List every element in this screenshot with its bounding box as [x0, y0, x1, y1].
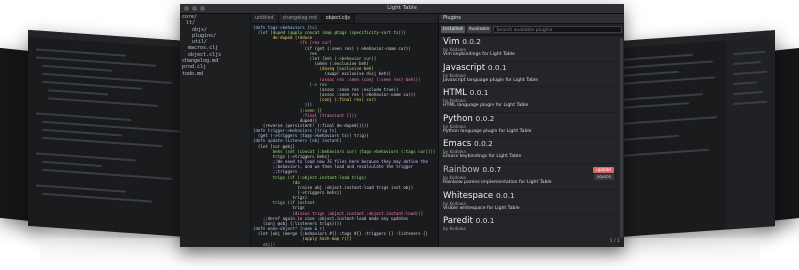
- title-bar: Light Table: [180, 4, 624, 14]
- update-button[interactable]: update: [593, 166, 614, 173]
- plugin-version: 0.0.2: [475, 113, 495, 123]
- plugin-version: 0.0.1: [487, 62, 507, 72]
- file-tree-item[interactable]: todo.md: [180, 71, 250, 77]
- plugin-version: 0.0.1: [475, 216, 495, 226]
- plugin-name: Vim 0.0.2: [443, 36, 618, 47]
- plugin-title: Whitespace: [443, 190, 494, 201]
- plugin-version: 0.0.2: [462, 37, 481, 46]
- window-title: Light Table: [387, 5, 417, 11]
- plugin-description: Python language plugin for Light Table: [443, 128, 532, 134]
- plugin-description: Vim keybindings for Light Table: [443, 52, 515, 57]
- plugins-header[interactable]: Plugins: [439, 14, 624, 24]
- background-window-right: [607, 30, 775, 238]
- plugin-item[interactable]: Vim 0.0.2 by Kodowa Vim keybindings for Li…: [443, 36, 618, 62]
- plugin-item[interactable]: HTML 0.0.1 by Kodowa HTML language plugin …: [443, 87, 618, 113]
- plugin-title: Python: [443, 113, 473, 124]
- plugin-item[interactable]: Javascript 0.0.1 by Kodowa Javascript lang…: [443, 62, 618, 88]
- plugin-description: HTML language plugin for Light Table: [443, 103, 529, 109]
- installed-tab[interactable]: Installed: [441, 26, 465, 33]
- plugin-name: Python 0.0.2: [443, 113, 618, 124]
- plugin-name: Paredit 0.0.1: [443, 215, 618, 226]
- tab-untitled[interactable]: untitled: [251, 14, 279, 23]
- source-button[interactable]: source: [594, 173, 614, 180]
- plugin-item[interactable]: Rainbow 0.0.7 by Kodowa Rainbow parens imp…: [443, 164, 618, 190]
- tab-object-cljs[interactable]: object.cljs: [321, 14, 355, 23]
- plugin-name: Rainbow 0.0.7: [443, 164, 618, 175]
- available-tab[interactable]: Available: [466, 26, 492, 33]
- plugin-item[interactable]: Emacs 0.0.2 by Kodowa Emacs keybindings fo…: [443, 138, 618, 164]
- code-area[interactable]: (defn tags->behaviors [ts] (let [duped (…: [251, 24, 437, 247]
- plugin-name: Javascript 0.0.1: [443, 62, 618, 73]
- code-line: (assoc res :seen (conj (:seen res) beh))…: [253, 76, 421, 82]
- plugin-version: 0.0.1: [469, 88, 489, 98]
- plugin-item[interactable]: Python 0.0.2 by Kodowa Python language plu…: [443, 113, 618, 139]
- background-window-left: [28, 29, 203, 239]
- plugin-title: HTML: [443, 88, 467, 99]
- code-editor[interactable]: untitled changelog.md object.cljs (defn …: [251, 14, 437, 247]
- editor-tabs: untitled changelog.md object.cljs: [251, 14, 437, 24]
- plugin-title: Vim: [443, 37, 460, 47]
- plugins-toolbar: Installed Available Search available plu…: [439, 24, 624, 36]
- plugin-version: 0.0.2: [474, 139, 493, 149]
- plugin-title: Rainbow: [443, 164, 480, 175]
- plugin-item[interactable]: Whitespace 0.0.1 by Kodowa Visible whitesp…: [443, 190, 618, 216]
- tab-changelog[interactable]: changelog.md: [279, 14, 322, 23]
- main-window: Light Table core/lt/objs/plugins/util/ma…: [180, 4, 624, 247]
- plugin-description: Emacs keybindings for Light Table: [443, 154, 522, 160]
- plugin-list: Vim 0.0.2 by Kodowa Vim keybindings for Li…: [439, 36, 618, 237]
- plugin-version: 0.0.7: [482, 164, 502, 174]
- plugin-title: Paredit: [443, 216, 473, 227]
- plugin-name: Whitespace 0.0.1: [443, 190, 618, 201]
- plugin-name: Emacs 0.0.2: [443, 138, 618, 149]
- plugin-scrollbar[interactable]: [620, 38, 623, 238]
- file-tree: core/lt/objs/plugins/util/macros.clj obje…: [180, 14, 251, 247]
- plugin-search-input[interactable]: Search available plugins: [493, 26, 622, 33]
- plugin-description: Visible whitespace for Light Table: [443, 205, 520, 211]
- plugin-author: by Kodowa: [443, 226, 466, 232]
- plugin-name: HTML 0.0.1: [443, 87, 618, 98]
- page-indicator: 1 / 1: [609, 239, 620, 244]
- plugin-description: Rainbow parens implementation for Light …: [443, 179, 552, 185]
- plugin-version: 0.0.1: [495, 190, 515, 200]
- plugin-description: Javascript language plugin for Light Tab…: [443, 77, 539, 83]
- plugin-title: Javascript: [443, 62, 486, 73]
- plugins-panel: Plugins Installed Available Search avail…: [438, 14, 624, 247]
- plugin-title: Emacs: [443, 139, 472, 150]
- plugin-item[interactable]: Paredit 0.0.1 by Kodowa: [443, 215, 618, 237]
